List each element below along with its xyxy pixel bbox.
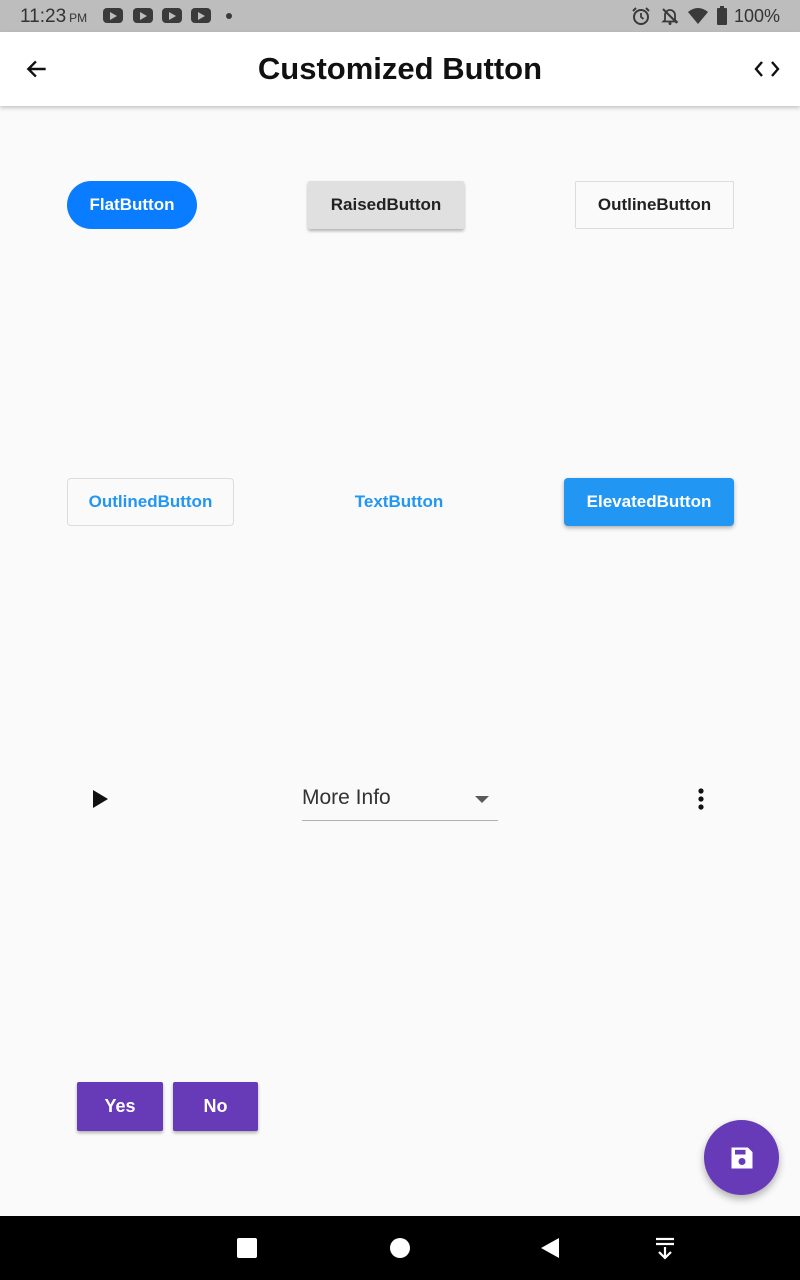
no-button[interactable]: No — [173, 1082, 258, 1131]
system-nav-bar — [0, 1216, 800, 1280]
elevated-button[interactable]: ElevatedButton — [564, 478, 734, 526]
square-recent-icon — [237, 1238, 257, 1258]
code-button[interactable] — [744, 46, 790, 92]
flat-button[interactable]: FlatButton — [67, 181, 197, 229]
app-bar: Customized Button — [0, 32, 800, 106]
youtube-icon — [103, 8, 123, 23]
yes-button[interactable]: Yes — [77, 1082, 163, 1131]
dot-icon — [226, 13, 232, 19]
status-bar: 11:23 PM 100% — [0, 0, 800, 32]
system-back-button[interactable] — [530, 1228, 570, 1268]
page-title: Customized Button — [257, 51, 543, 86]
dropdown-arrow-icon — [475, 796, 489, 803]
code-icon — [754, 61, 780, 77]
wifi-icon — [688, 8, 708, 24]
triangle-back-icon — [541, 1238, 559, 1258]
status-time: 11:23 PM — [20, 6, 87, 28]
circle-home-icon — [390, 1238, 410, 1258]
collapse-down-icon — [656, 1237, 674, 1260]
alarm-icon — [632, 7, 650, 25]
dropdown-selected-value: More Info — [302, 786, 391, 809]
play-button[interactable] — [78, 777, 122, 821]
battery-percentage: 100% — [733, 6, 780, 26]
youtube-icon — [133, 8, 153, 23]
youtube-icon — [162, 8, 182, 23]
text-button[interactable]: TextButton — [340, 478, 458, 526]
more-vert-icon — [698, 788, 704, 810]
collapse-button[interactable] — [645, 1228, 685, 1268]
outline-button[interactable]: OutlineButton — [575, 181, 734, 229]
save-fab[interactable] — [704, 1120, 779, 1195]
home-button[interactable] — [380, 1228, 420, 1268]
status-ampm: PM — [69, 11, 88, 25]
status-time-text: 11:23 — [20, 6, 67, 27]
battery-icon — [717, 6, 727, 25]
youtube-icon — [191, 8, 211, 23]
more-info-dropdown[interactable]: More Info — [302, 776, 498, 821]
notifications-off-icon — [661, 8, 679, 25]
save-icon — [731, 1147, 752, 1168]
more-options-button[interactable] — [679, 777, 723, 821]
recent-apps-button[interactable] — [227, 1228, 267, 1268]
outlined-button[interactable]: OutlinedButton — [67, 478, 234, 526]
raised-button[interactable]: RaisedButton — [308, 181, 464, 229]
play-arrow-icon — [93, 790, 108, 808]
